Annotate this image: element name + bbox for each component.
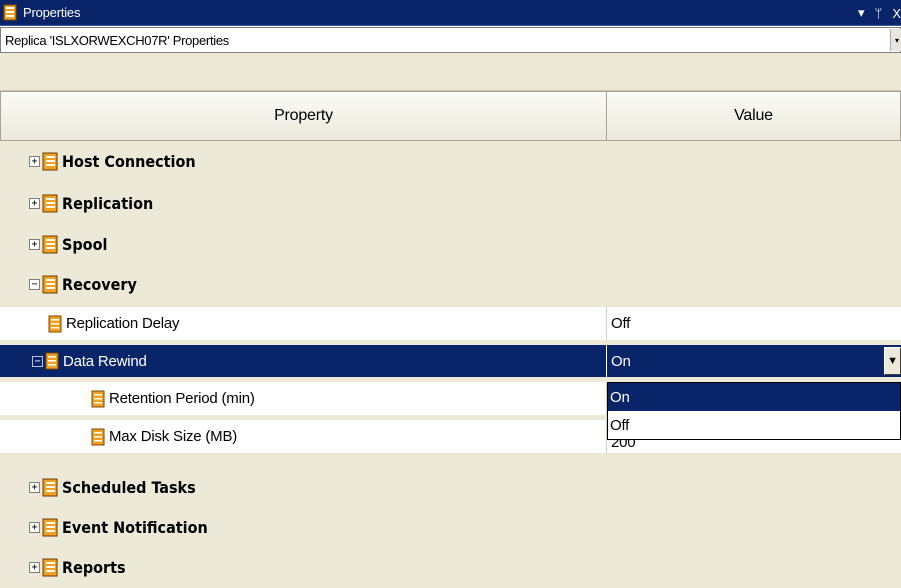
- property-page-icon: [91, 390, 105, 407]
- property-name: Replication Delay: [66, 315, 180, 332]
- close-icon[interactable]: X: [892, 6, 901, 21]
- property-name-cell: Retention Period (min): [0, 382, 607, 415]
- property-name: Max Disk Size (MB): [109, 428, 238, 445]
- category-label: Host Connection: [62, 151, 196, 171]
- property-name-cell: Max Disk Size (MB): [0, 420, 607, 453]
- expand-icon[interactable]: +: [29, 561, 40, 573]
- pin-icon[interactable]: ᛘ: [875, 6, 883, 21]
- expand-icon[interactable]: +: [29, 481, 40, 493]
- grid-header: Property Value: [0, 91, 901, 141]
- category-event-notification[interactable]: + Event Notification: [0, 511, 901, 543]
- object-selector-value: Replica 'ISLXORWEXCH07R' Properties: [5, 32, 229, 48]
- property-name-cell: Replication Delay: [0, 307, 607, 340]
- property-page-icon: [48, 315, 62, 332]
- property-grid: Property Value + Host Connection + Repli…: [0, 91, 901, 588]
- category-replication[interactable]: + Replication: [0, 187, 901, 219]
- window-menu-dropdown-icon[interactable]: ▾: [858, 5, 865, 21]
- category-book-icon: [42, 235, 58, 253]
- expand-icon[interactable]: +: [29, 197, 40, 209]
- property-name-cell: − Data Rewind: [0, 345, 607, 377]
- collapse-icon[interactable]: −: [29, 278, 40, 290]
- object-selector-combo[interactable]: Replica 'ISLXORWEXCH07R' Properties ▾: [0, 27, 901, 53]
- property-value[interactable]: Off: [607, 307, 901, 340]
- category-label: Reports: [62, 557, 126, 577]
- expand-icon[interactable]: +: [29, 155, 40, 167]
- category-host-connection[interactable]: + Host Connection: [0, 145, 901, 177]
- property-name: Data Rewind: [63, 352, 147, 370]
- property-name: Retention Period (min): [109, 390, 255, 407]
- property-page-icon: [91, 428, 105, 445]
- property-value: On: [611, 352, 631, 370]
- value-dropdown-button[interactable]: ▼: [884, 347, 901, 375]
- category-book-icon: [42, 194, 58, 212]
- toolbar-area: [0, 53, 901, 91]
- expand-icon[interactable]: +: [29, 238, 40, 250]
- category-book-icon: [42, 558, 58, 576]
- category-reports[interactable]: + Reports: [0, 551, 901, 583]
- object-selector-dropdown-button[interactable]: ▾: [890, 29, 901, 51]
- property-value-cell[interactable]: On ▼: [607, 345, 901, 377]
- category-label: Spool: [62, 234, 108, 254]
- property-column-header[interactable]: Property: [0, 91, 607, 141]
- properties-titlebar: Properties ▾ ᛘ X: [0, 0, 901, 26]
- data-rewind-dropdown-list[interactable]: On Off: [607, 382, 901, 440]
- category-book-icon: [42, 518, 58, 536]
- expand-icon[interactable]: +: [29, 521, 40, 533]
- properties-book-icon: [3, 4, 17, 21]
- dropdown-option-on[interactable]: On: [608, 383, 900, 411]
- collapse-icon[interactable]: −: [32, 355, 43, 367]
- category-scheduled-tasks[interactable]: + Scheduled Tasks: [0, 471, 901, 503]
- category-book-icon: [42, 478, 58, 496]
- value-column-header[interactable]: Value: [607, 91, 901, 141]
- window-title: Properties: [23, 5, 81, 20]
- category-label: Scheduled Tasks: [62, 477, 196, 497]
- category-label: Event Notification: [62, 517, 208, 537]
- category-recovery[interactable]: − Recovery: [0, 268, 901, 300]
- dropdown-option-off[interactable]: Off: [608, 411, 900, 439]
- property-row-replication-delay[interactable]: Replication Delay Off: [0, 307, 901, 341]
- category-book-icon: [42, 152, 58, 170]
- category-label: Recovery: [62, 274, 137, 294]
- property-page-icon: [45, 352, 59, 370]
- category-spool[interactable]: + Spool: [0, 228, 901, 260]
- category-label: Replication: [62, 193, 154, 213]
- property-row-data-rewind[interactable]: − Data Rewind On ▼: [0, 345, 901, 378]
- category-book-icon: [42, 275, 58, 293]
